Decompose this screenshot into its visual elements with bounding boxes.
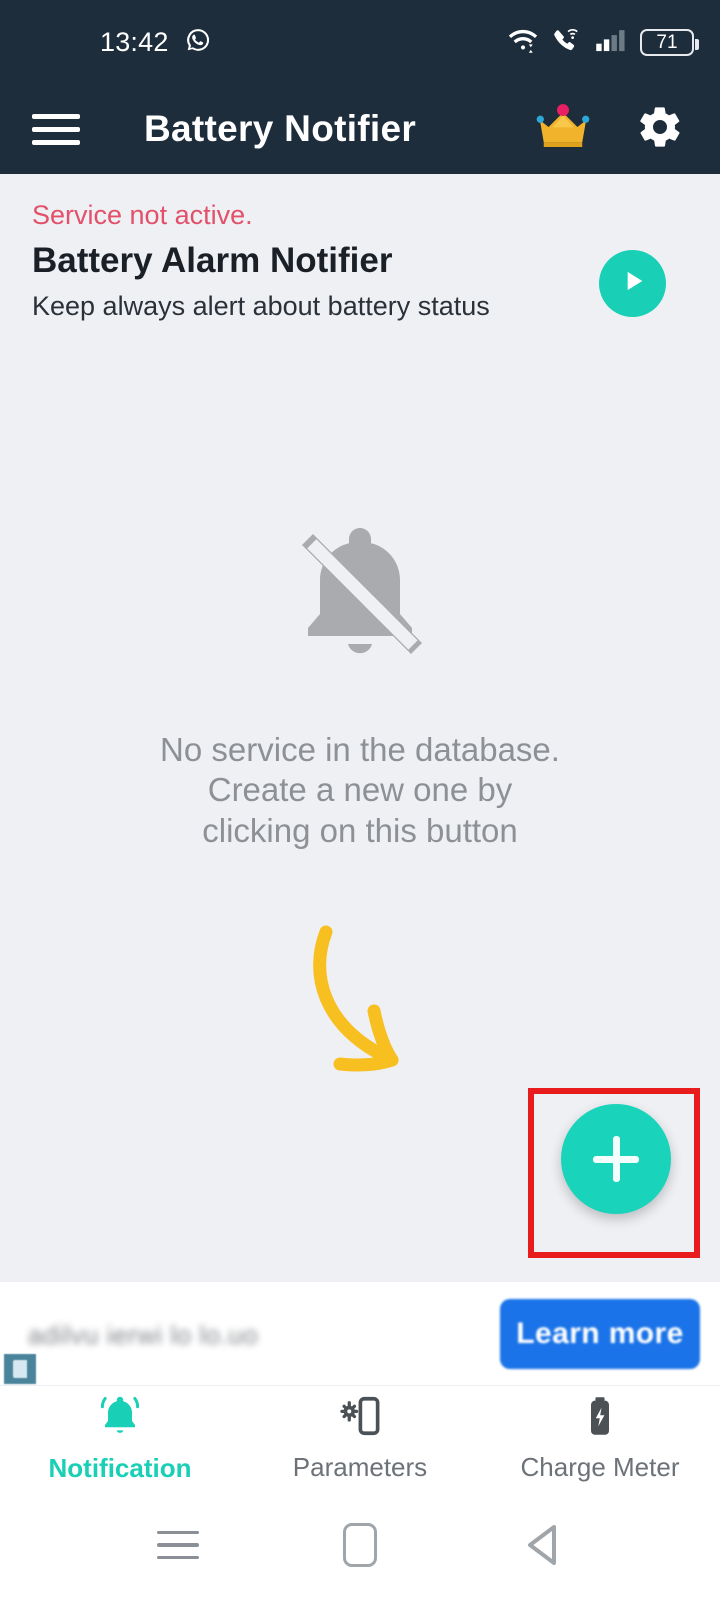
ad-content: adilvu ierwi lo lo.uo (0, 1282, 500, 1385)
service-title: Battery Alarm Notifier (32, 241, 393, 281)
battery-indicator: 71 (640, 28, 699, 56)
page-title: Battery Notifier (144, 108, 417, 149)
service-subtitle: Keep always alert about battery status (32, 291, 490, 322)
recents-icon[interactable] (148, 1515, 208, 1575)
app-bar-actions (534, 102, 684, 157)
whatsapp-icon (185, 27, 211, 58)
battery-bolt-icon (577, 1393, 623, 1444)
empty-state-line-1: No service in the database. (160, 731, 560, 768)
hamburger-bar (32, 139, 80, 145)
learn-more-button[interactable]: Learn more (500, 1298, 700, 1369)
status-bar-clock: 13:42 (100, 26, 169, 57)
signal-icon (595, 27, 627, 58)
nav-item-notification[interactable]: Notification (0, 1386, 240, 1490)
ad-banner[interactable]: adilvu ierwi lo lo.uo Learn more (0, 1282, 720, 1385)
nav-item-parameters[interactable]: Parameters (240, 1386, 480, 1490)
app-bar: Battery Notifier (0, 84, 720, 174)
nav-label-parameters: Parameters (292, 1452, 428, 1482)
start-service-button[interactable] (599, 250, 666, 317)
home-shape (343, 1523, 377, 1567)
add-service-fab[interactable] (561, 1104, 671, 1214)
bell-off-icon (272, 516, 448, 684)
curved-down-arrow-icon (296, 918, 436, 1078)
battery-level-label: 71 (656, 31, 678, 53)
gear-icon[interactable] (636, 103, 684, 156)
app-screen: 13:42 71 Battery Notifier Service not ac… (0, 0, 720, 1600)
recents-line (157, 1543, 199, 1547)
hamburger-bar (32, 126, 80, 132)
nav-label-notification: Notification (48, 1453, 192, 1483)
wifi-icon (507, 27, 539, 58)
service-card: Service not active. Battery Alarm Notifi… (0, 174, 720, 364)
empty-state-line-3: clicking on this button (202, 811, 518, 849)
adchoices-icon[interactable] (4, 1354, 36, 1384)
status-bar-left: 13:42 (0, 27, 211, 58)
service-status-text: Service not active. (32, 200, 253, 230)
bell-ringing-icon (96, 1392, 144, 1445)
recents-lines (157, 1530, 199, 1560)
nav-label-charge-meter: Charge Meter (520, 1452, 680, 1482)
status-bar-right: 71 (507, 27, 699, 58)
call-wifi-icon (552, 27, 582, 58)
status-bar: 13:42 71 (0, 0, 720, 84)
crown-icon[interactable] (534, 102, 592, 157)
hamburger-menu-icon[interactable] (32, 113, 80, 145)
hamburger-bar (32, 113, 80, 119)
empty-state-line-2: Create a new one by (207, 771, 513, 809)
recents-line (157, 1555, 199, 1560)
plus-icon-vertical (612, 1136, 620, 1182)
back-icon[interactable] (512, 1515, 572, 1575)
play-icon (617, 265, 649, 302)
bottom-navigation: Notification Parameters Charge Meter (0, 1385, 720, 1490)
nav-item-charge-meter[interactable]: Charge Meter (480, 1386, 720, 1490)
home-icon[interactable] (330, 1515, 390, 1575)
ad-text: adilvu ierwi lo lo.uo (28, 1320, 259, 1350)
phone-gear-icon (337, 1393, 383, 1444)
recents-line (157, 1530, 199, 1535)
empty-state-message: No service in the database. Create a new… (0, 730, 720, 851)
android-navigation-bar (0, 1490, 720, 1600)
